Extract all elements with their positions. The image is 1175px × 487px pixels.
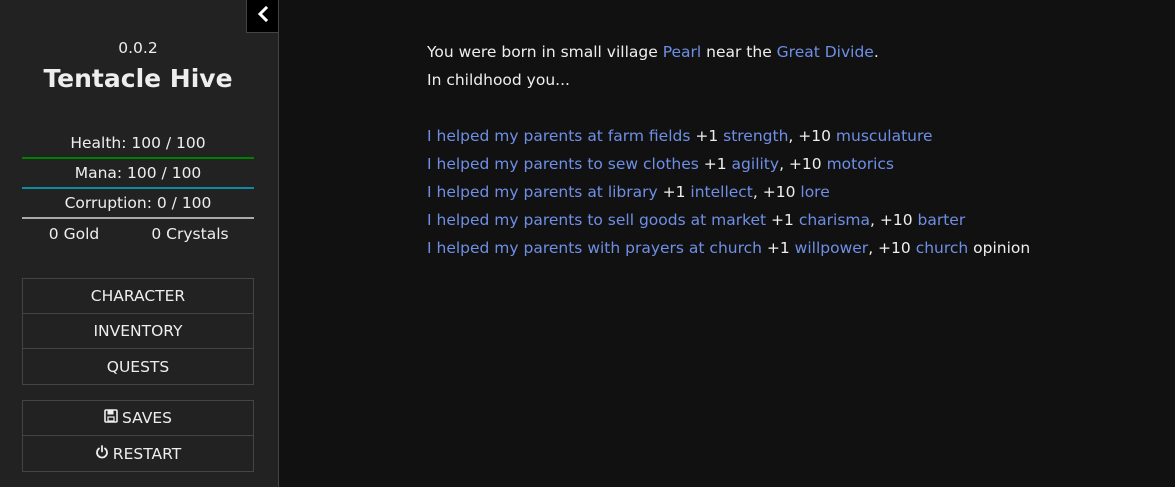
intellect-link[interactable]: intellect bbox=[690, 183, 753, 201]
choice-farm: I helped my parents at farm fields +1 st… bbox=[427, 122, 1147, 150]
version-label: 0.0.2 bbox=[118, 39, 158, 57]
gold-counter: 0 Gold bbox=[48, 225, 100, 243]
character-button-label: CHARACTER bbox=[90, 287, 186, 305]
power-icon bbox=[95, 437, 109, 471]
quests-button-label: QUESTS bbox=[106, 357, 170, 376]
saves-button-label: SAVES bbox=[122, 409, 172, 427]
agility-link[interactable]: agility bbox=[732, 155, 780, 173]
motorics-link[interactable]: motorics bbox=[827, 155, 894, 173]
choice-sew-link[interactable]: I helped my parents to sew clothes bbox=[427, 155, 699, 173]
great-divide-link[interactable]: Great Divide bbox=[777, 43, 874, 61]
choice-bonus: +1 bbox=[761, 239, 795, 257]
currency-row: 0 Gold 0 Crystals bbox=[22, 219, 254, 249]
system-menu: SAVES RESTART bbox=[22, 400, 254, 472]
sidebar-toggle-button[interactable] bbox=[246, 0, 279, 33]
choice-market: I helped my parents to sell goods at mar… bbox=[427, 206, 1147, 234]
choice-separator: , +10 bbox=[752, 183, 801, 201]
choice-bonus: +1 bbox=[766, 211, 799, 229]
chevron-left-icon bbox=[256, 5, 270, 26]
musculature-link[interactable]: musculature bbox=[836, 127, 933, 145]
intro-text-middle: near the bbox=[701, 43, 777, 61]
childhood-line: In childhood you... bbox=[427, 71, 570, 89]
intro-line: You were born in small village Pearl nea… bbox=[427, 38, 1147, 66]
game-title: Tentacle Hive bbox=[43, 64, 233, 93]
choice-church: I helped my parents with prayers at chur… bbox=[427, 234, 1147, 262]
choice-sew: I helped my parents to sew clothes +1 ag… bbox=[427, 150, 1147, 178]
sidebar: 0.0.2 Tentacle Hive Health: 100 / 100 Ma… bbox=[0, 0, 279, 487]
inventory-button[interactable]: INVENTORY bbox=[23, 314, 253, 349]
choice-bonus: +1 bbox=[690, 127, 724, 145]
choice-separator: , +10 bbox=[779, 155, 827, 173]
inventory-button-label: INVENTORY bbox=[93, 322, 183, 340]
intro-text: You were born in small village bbox=[427, 43, 663, 61]
choice-library-link[interactable]: I helped my parents at library bbox=[427, 183, 658, 201]
navigation-menu: CHARACTER INVENTORY QUESTS bbox=[22, 278, 254, 385]
barter-link[interactable]: barter bbox=[918, 211, 966, 229]
strength-link[interactable]: strength bbox=[723, 127, 788, 145]
church-link[interactable]: church bbox=[916, 239, 969, 257]
restart-button[interactable]: RESTART bbox=[23, 436, 253, 471]
crystals-counter: 0 Crystals bbox=[151, 225, 229, 243]
choice-library: I helped my parents at library +1 intell… bbox=[427, 178, 1147, 206]
quests-button[interactable]: QUESTS bbox=[23, 349, 253, 384]
restart-button-label: RESTART bbox=[112, 444, 182, 463]
story-passage: You were born in small village Pearl nea… bbox=[427, 38, 1147, 262]
mana-stat: Mana: 100 / 100 bbox=[22, 159, 254, 189]
charisma-link[interactable]: charisma bbox=[799, 211, 870, 229]
choice-bonus: +1 bbox=[698, 155, 732, 173]
choice-tail: opinion bbox=[968, 239, 1031, 257]
character-button[interactable]: CHARACTER bbox=[23, 279, 253, 314]
choice-separator: , +10 bbox=[788, 127, 836, 145]
choice-list: I helped my parents at farm fields +1 st… bbox=[427, 122, 1147, 262]
choice-farm-link[interactable]: I helped my parents at farm fields bbox=[427, 127, 690, 145]
choice-separator: , +10 bbox=[870, 211, 918, 229]
choice-market-link[interactable]: I helped my parents to sell goods at mar… bbox=[427, 211, 766, 229]
saves-button[interactable]: SAVES bbox=[23, 401, 253, 436]
choice-church-link[interactable]: I helped my parents with prayers at chur… bbox=[427, 239, 762, 257]
pearl-link[interactable]: Pearl bbox=[663, 43, 702, 61]
intro-text-suffix: . bbox=[873, 43, 879, 61]
choice-separator: , +10 bbox=[868, 239, 916, 257]
willpower-link[interactable]: willpower bbox=[795, 239, 869, 257]
corruption-stat: Corruption: 0 / 100 bbox=[22, 189, 254, 219]
floppy-disk-icon bbox=[104, 401, 118, 435]
choice-bonus: +1 bbox=[657, 183, 691, 201]
health-stat: Health: 100 / 100 bbox=[22, 129, 254, 159]
lore-link[interactable]: lore bbox=[800, 183, 829, 201]
